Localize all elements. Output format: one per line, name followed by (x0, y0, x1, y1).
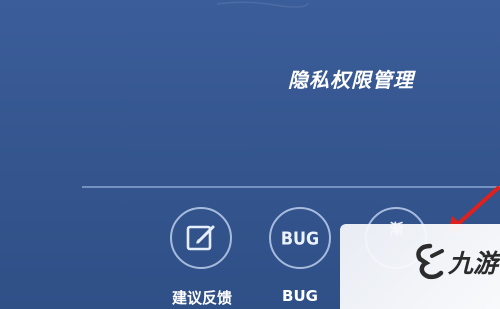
menu-divider (82, 186, 500, 188)
watermark-text: 九游 (448, 249, 499, 278)
bug-icon: BUG (280, 227, 320, 249)
feedback-label: 建议反馈 (171, 289, 232, 307)
bug-report-button[interactable]: BUG (269, 207, 331, 269)
feedback-button[interactable] (170, 207, 232, 269)
privacy-permission-management-link[interactable]: 隐私权限管理 (288, 64, 468, 93)
jiuyou-logo-icon (416, 243, 444, 280)
bug-label: BUG (282, 287, 318, 305)
top-scratch-mark (216, 1, 309, 8)
edit-icon (186, 225, 215, 251)
